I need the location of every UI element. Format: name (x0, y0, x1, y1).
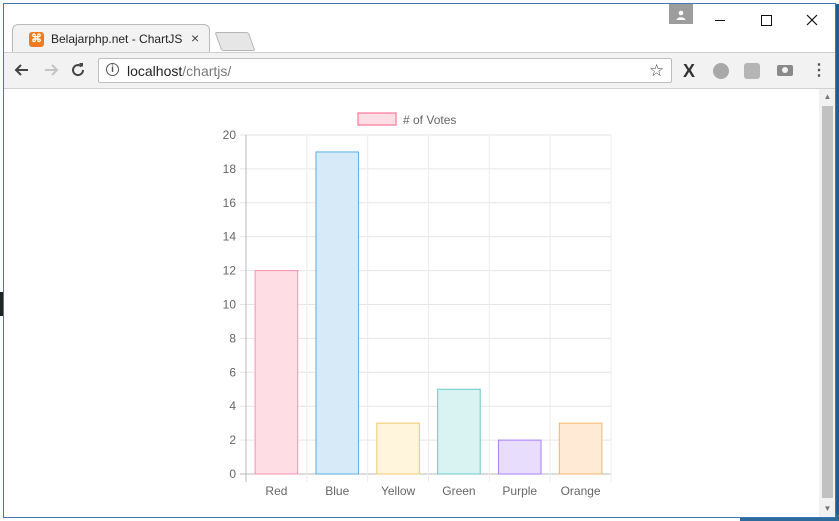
tab-title: Belajarphp.net - ChartJS (51, 32, 183, 46)
close-icon (806, 14, 818, 26)
y-tick-label: 8 (229, 331, 236, 345)
y-tick-label: 14 (223, 230, 237, 244)
y-tick-label: 4 (229, 399, 236, 413)
legend-label: # of Votes (403, 113, 456, 127)
reload-button[interactable] (68, 61, 88, 81)
bar-yellow (376, 422, 420, 475)
x-tick-label: Red (265, 484, 287, 498)
x-tick-label: Orange (561, 484, 601, 498)
bar-purple (497, 439, 542, 475)
back-button[interactable] (12, 61, 32, 81)
bar-chart: 0 2 4 6 8 10 12 14 16 18 20 Red Blue Yellow Green Purpl… (223, 112, 612, 498)
bar-blue (315, 151, 360, 475)
url-host: localhost (127, 63, 183, 79)
xampp-favicon-icon: ⌘ (29, 32, 44, 47)
minimize-button[interactable] (697, 4, 743, 34)
extension-x-icon[interactable]: X (679, 61, 699, 81)
url-text[interactable]: localhost/chartjs/ (127, 63, 231, 79)
x-tick-label: Blue (325, 484, 349, 498)
y-tick-label: 10 (223, 298, 237, 312)
url-path: /chartjs/ (182, 63, 232, 79)
x-tick-label: Purple (502, 484, 537, 498)
bar-orange (558, 422, 603, 475)
arrow-right-icon (45, 64, 59, 76)
title-bar: ⌘ Belajarphp.net - ChartJS × (4, 4, 835, 53)
extension-globe-icon[interactable] (711, 61, 731, 81)
y-tick-label: 0 (229, 467, 236, 481)
page-viewport: 0 2 4 6 8 10 12 14 16 18 20 Red Blue Yellow Green Purpl… (4, 89, 819, 517)
x-tick-label: Yellow (381, 484, 416, 498)
x-tick-label: Green (442, 484, 475, 498)
arrow-left-icon (14, 64, 28, 76)
maximize-icon (760, 14, 772, 26)
y-tick-label: 20 (223, 128, 237, 142)
extension-camera-icon[interactable] (775, 61, 795, 81)
close-window-button[interactable] (789, 4, 835, 34)
y-tick-label: 6 (229, 365, 236, 379)
browser-tab[interactable]: ⌘ Belajarphp.net - ChartJS × (12, 24, 210, 53)
address-bar[interactable]: i localhost/chartjs/ ☆ (98, 58, 672, 83)
bar-red (254, 270, 299, 475)
minimize-icon (715, 19, 725, 21)
profile-person-icon[interactable] (669, 4, 693, 24)
browser-toolbar: i localhost/chartjs/ ☆ X ⋮ (4, 53, 835, 89)
extension-translate-icon[interactable] (742, 61, 762, 81)
bar-green (437, 388, 481, 475)
vertical-scrollbar[interactable]: ▲ ▼ (819, 89, 835, 517)
scroll-up-arrow-icon[interactable]: ▲ (819, 92, 835, 102)
new-tab-button[interactable] (214, 32, 256, 51)
reload-icon (72, 63, 85, 77)
y-tick-label: 18 (223, 162, 237, 176)
tab-close-icon[interactable]: × (191, 30, 199, 46)
y-tick-label: 16 (223, 196, 237, 210)
scroll-down-arrow-icon[interactable]: ▼ (819, 504, 835, 514)
chrome-menu-icon[interactable]: ⋮ (809, 61, 829, 81)
browser-window: ⌘ Belajarphp.net - ChartJS × i localhost… (3, 3, 836, 518)
y-tick-label: 12 (223, 264, 237, 278)
bookmark-star-icon[interactable]: ☆ (649, 60, 664, 82)
maximize-button[interactable] (743, 4, 789, 34)
legend-swatch (357, 112, 397, 126)
forward-button[interactable] (41, 61, 61, 81)
scroll-thumb[interactable] (822, 106, 833, 498)
y-tick-label: 2 (229, 433, 236, 447)
info-icon[interactable]: i (106, 63, 119, 76)
